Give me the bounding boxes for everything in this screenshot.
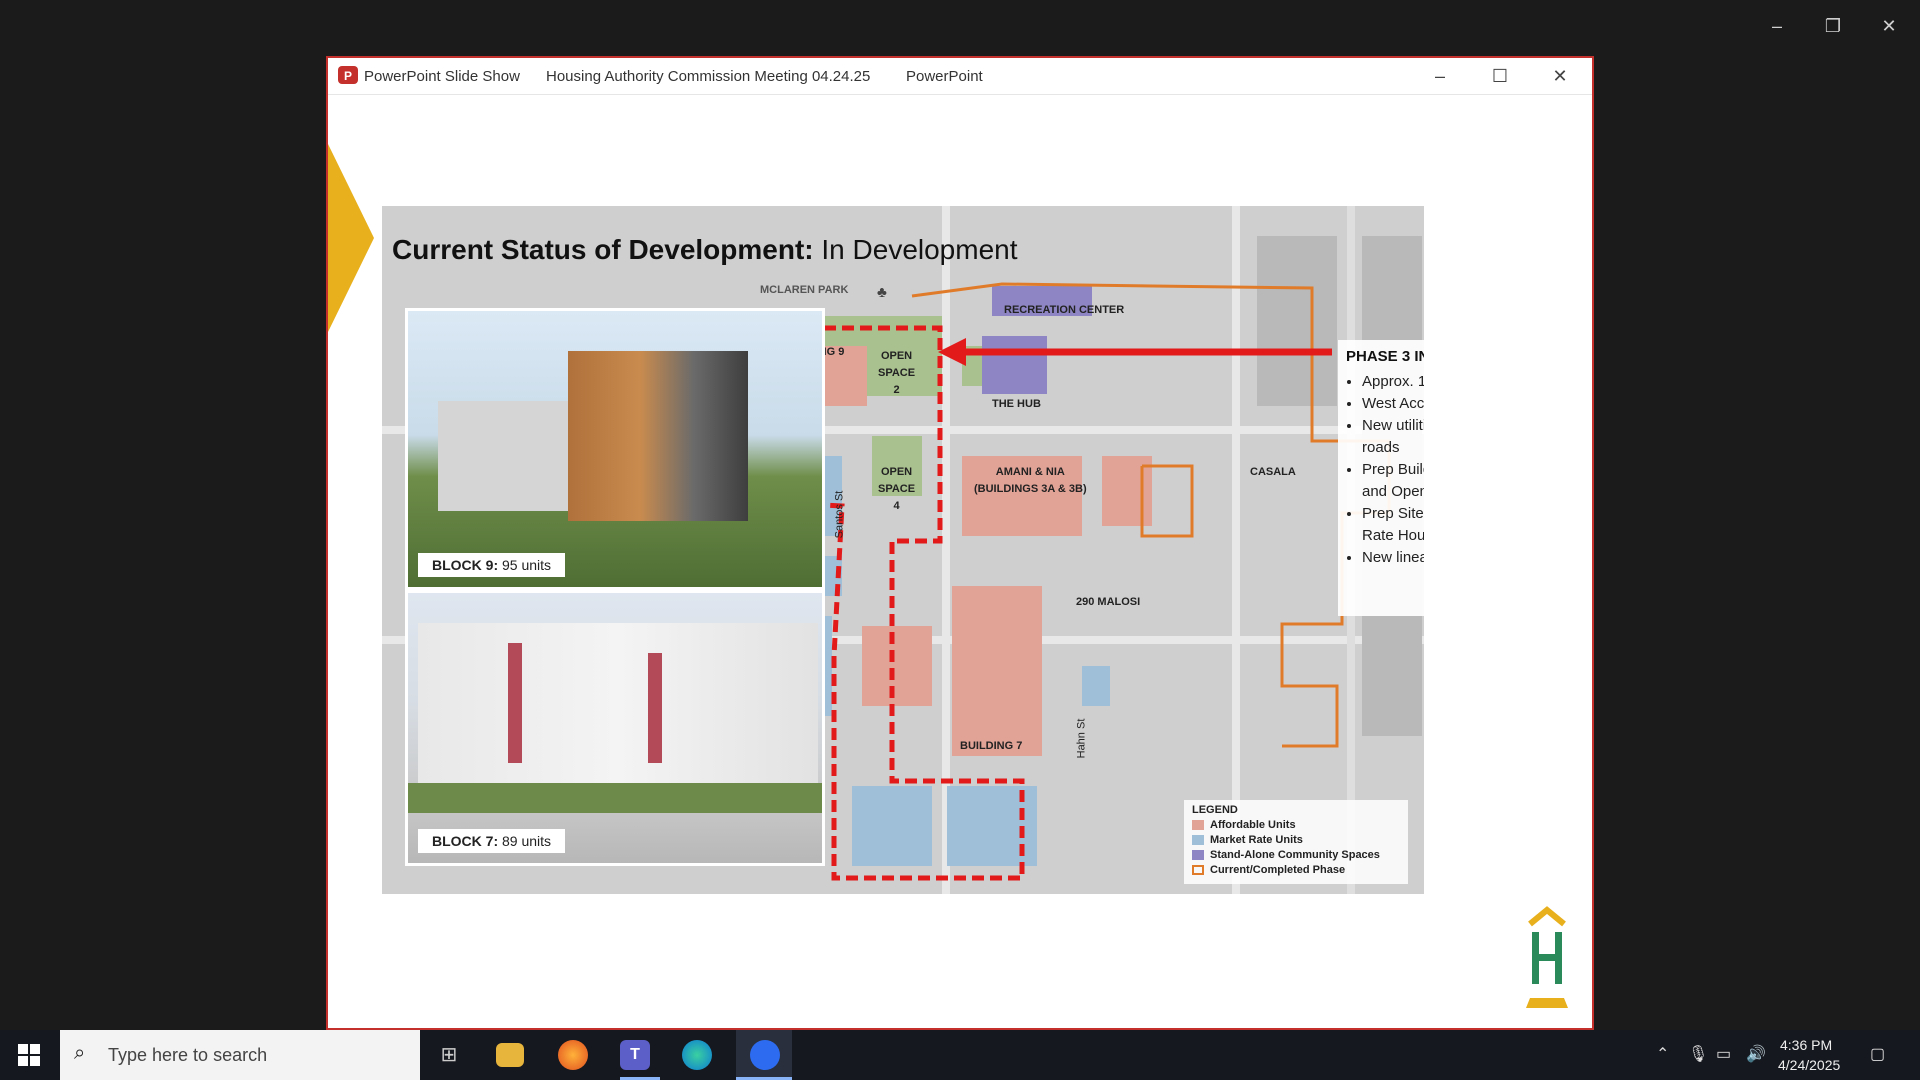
app-label: PowerPoint Slide Show: [364, 68, 520, 85]
taskbar-search-box[interactable]: ⌕ Type here to search: [60, 1030, 420, 1080]
building-accent: [508, 643, 522, 763]
label-rest: 95 units: [498, 557, 552, 573]
current-phase-swatch: [1192, 865, 1204, 876]
building-7-label: BUILDING 7: [960, 740, 1023, 752]
chevron-up-icon[interactable]: ⌃: [1656, 1044, 1669, 1064]
search-placeholder: Type here to search: [108, 1045, 268, 1065]
zoom-taskbar-item[interactable]: [736, 1030, 792, 1080]
label-bold: BLOCK 9:: [432, 557, 499, 573]
heading-rest: In Development: [813, 234, 1018, 265]
building-render: [418, 623, 818, 793]
powerpoint-app-icon: P: [338, 66, 358, 84]
zoom-icon: [750, 1040, 780, 1070]
open-space-2-label: OPEN SPACE 2: [878, 350, 916, 396]
block-7-rendering: BLOCK 7: 89 units: [405, 590, 825, 866]
taskbar: ⌕ Type here to search ⊞ T ⌃ 🎙 ▭ 🔊 4:36 P…: [0, 1030, 1920, 1080]
market-swatch: [1192, 835, 1204, 846]
santos-st-label: Santos St: [833, 490, 846, 539]
phase-3-infrastructure-box: PHASE 3 INFRASTRUCTURE: Approx. 15 acres…: [1338, 340, 1424, 616]
desktop-close-button[interactable]: ✕: [1866, 12, 1912, 40]
document-title: Housing Authority Commission Meeting 04.…: [546, 68, 871, 85]
amani-nia-label: AMANI & NIA (BUILDINGS 3A & 3B): [974, 466, 1087, 495]
network-icon[interactable]: ▭: [1716, 1044, 1731, 1064]
open-space-4-label: OPEN SPACE 4: [878, 466, 916, 512]
building-render: [568, 351, 748, 521]
phase-3-item: New linear bike path: [1362, 547, 1424, 569]
minimize-button[interactable]: –: [1418, 62, 1462, 90]
casala-outline: [1140, 464, 1194, 538]
phase-3-title: PHASE 3 INFRASTRUCTURE:: [1346, 348, 1424, 365]
close-button[interactable]: ✕: [1538, 62, 1582, 90]
label-rest: 89 units: [498, 833, 552, 849]
microphone-icon[interactable]: 🎙: [1688, 1044, 1708, 1064]
teams-icon[interactable]: T: [620, 1040, 650, 1070]
tree-icon: ♣: [877, 284, 887, 301]
290-malosi-label: 290 MALOSI: [1076, 596, 1141, 608]
phase-3-item: Prep Building 7 & 9 Affordable and Open …: [1362, 459, 1424, 503]
volume-icon[interactable]: 🔊: [1746, 1044, 1766, 1064]
legend-label: Current/Completed Phase: [1210, 864, 1346, 876]
firefox-icon[interactable]: [558, 1040, 588, 1070]
task-view-icon[interactable]: ⊞: [432, 1038, 466, 1072]
phase-3-item: West Access Road build out: [1362, 393, 1424, 415]
legend-label: Affordable Units: [1210, 819, 1296, 831]
heading-bold: Current Status of Development:: [392, 234, 814, 265]
slide-heading: Current Status of Development: In Develo…: [392, 234, 1018, 266]
clock-date[interactable]: 4/24/2025: [1778, 1057, 1840, 1073]
notification-icon[interactable]: ▢: [1870, 1044, 1885, 1064]
housing-authority-logo: [1526, 906, 1568, 1008]
map-legend: LEGEND Affordable Units Market Rate Unit…: [1184, 800, 1408, 884]
legend-item-community: Stand-Alone Community Spaces: [1192, 849, 1380, 861]
block-9-label: BLOCK 9: 95 units: [418, 553, 566, 577]
building-accent: [648, 653, 662, 763]
edge-icon[interactable]: [682, 1040, 712, 1070]
legend-label: Market Rate Units: [1210, 834, 1303, 846]
desktop-minimize-button[interactable]: –: [1754, 12, 1800, 40]
windows-start-icon[interactable]: [18, 1044, 40, 1066]
file-explorer-icon[interactable]: [496, 1043, 524, 1067]
legend-item-affordable: Affordable Units: [1192, 819, 1296, 831]
powerpoint-window: P PowerPoint Slide Show Housing Authorit…: [326, 56, 1594, 1030]
legend-item-current-phase: Current/Completed Phase: [1192, 864, 1345, 876]
block-7-label: BLOCK 7: 89 units: [418, 829, 566, 853]
phase-3-item: Prep Sites 8A & 8B for Market Rate Housi…: [1362, 503, 1424, 547]
building-render: [438, 401, 568, 511]
affordable-swatch: [1192, 820, 1204, 831]
mclaren-park-label: MCLAREN PARK: [760, 284, 849, 296]
block-9-rendering: BLOCK 9: 95 units: [405, 308, 825, 590]
community-swatch: [1192, 850, 1204, 861]
svg-text:P: P: [344, 69, 352, 83]
casala-label: CASALA: [1250, 466, 1296, 478]
hahn-st-label: Hahn St: [1075, 718, 1088, 759]
app-name: PowerPoint: [906, 68, 983, 85]
phase-3-list: Approx. 15 acres West Access Road build …: [1346, 371, 1424, 569]
landscaping: [408, 783, 822, 813]
label-bold: BLOCK 7:: [432, 833, 499, 849]
phase-3-item: New utilities, sidewalks & roads: [1362, 415, 1424, 459]
desktop-restore-button[interactable]: ❐: [1810, 12, 1856, 40]
window-titlebar: P PowerPoint Slide Show Housing Authorit…: [328, 58, 1592, 95]
the-hub-label: THE HUB: [992, 398, 1041, 410]
search-icon: ⌕: [74, 1042, 86, 1064]
maximize-button[interactable]: ☐: [1478, 62, 1522, 90]
legend-item-market: Market Rate Units: [1192, 834, 1303, 846]
phase-3-item: Approx. 15 acres: [1362, 371, 1424, 393]
recreation-center-label: RECREATION CENTER: [1004, 304, 1125, 316]
clock-time[interactable]: 4:36 PM: [1780, 1037, 1832, 1053]
legend-label: Stand-Alone Community Spaces: [1210, 849, 1380, 861]
gold-accent-shape: [328, 144, 374, 332]
legend-title: LEGEND: [1192, 804, 1238, 816]
